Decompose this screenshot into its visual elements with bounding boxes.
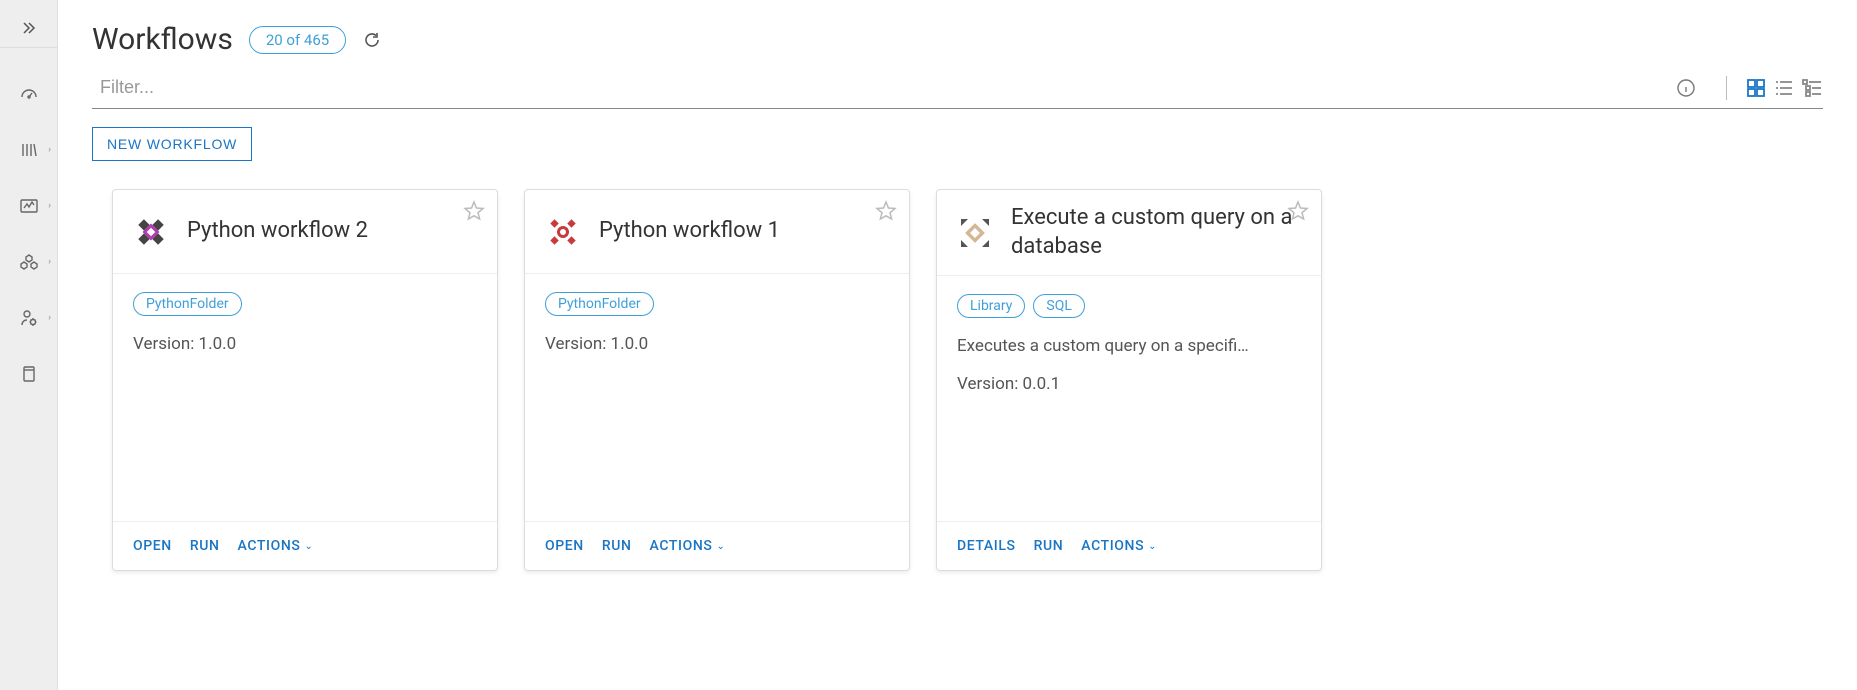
filter-row xyxy=(92,71,1823,109)
tag-row: PythonFolder xyxy=(133,292,477,316)
card-header: Execute a custom query on a database xyxy=(937,190,1321,276)
card-title: Execute a custom query on a database xyxy=(1011,204,1303,261)
chevron-right-icon: › xyxy=(48,145,51,155)
card-grid: Python workflow 2 PythonFolder Version: … xyxy=(92,189,1823,571)
actions-label: ACTIONS xyxy=(1081,538,1144,554)
tag[interactable]: PythonFolder xyxy=(545,292,654,316)
card-header: Python workflow 1 xyxy=(525,190,909,274)
details-button[interactable]: DETAILS xyxy=(957,538,1016,554)
chevron-right-icon: › xyxy=(48,201,51,211)
open-button[interactable]: OPEN xyxy=(545,538,584,554)
chevron-right-icon: › xyxy=(48,257,51,267)
actions-dropdown[interactable]: ACTIONS ⌄ xyxy=(650,538,726,554)
run-button[interactable]: RUN xyxy=(602,538,632,554)
card-title: Python workflow 2 xyxy=(187,217,368,246)
tag[interactable]: PythonFolder xyxy=(133,292,242,316)
info-icon xyxy=(1676,78,1696,98)
view-tree-button[interactable] xyxy=(1801,77,1823,99)
grid-icon xyxy=(1745,77,1767,99)
tag[interactable]: Library xyxy=(957,294,1025,318)
view-list-button[interactable] xyxy=(1773,77,1795,99)
tag-row: PythonFolder xyxy=(545,292,889,316)
favorite-button[interactable] xyxy=(1287,200,1309,222)
chevron-down-icon: ⌄ xyxy=(304,541,313,552)
divider xyxy=(1726,76,1727,100)
star-icon xyxy=(463,200,485,222)
tag-row: Library SQL xyxy=(957,294,1301,318)
main-content: Workflows 20 of 465 xyxy=(58,0,1857,690)
page-title: Workflows xyxy=(92,22,233,57)
chevron-down-icon: ⌄ xyxy=(1148,541,1157,552)
cylinder-icon xyxy=(20,364,38,384)
star-icon xyxy=(875,200,897,222)
filter-input[interactable] xyxy=(92,71,1676,104)
run-button[interactable]: RUN xyxy=(190,538,220,554)
workflow-icon xyxy=(543,212,583,252)
sidebar-item-admin[interactable]: › xyxy=(0,300,57,336)
card-footer: DETAILS RUN ACTIONS ⌄ xyxy=(937,521,1321,570)
sidebar-expand-button[interactable] xyxy=(0,8,57,48)
page-header: Workflows 20 of 465 xyxy=(92,22,1823,57)
actions-label: ACTIONS xyxy=(238,538,301,554)
chevron-down-icon: ⌄ xyxy=(716,541,725,552)
card-title: Python workflow 1 xyxy=(599,217,780,246)
actions-dropdown[interactable]: ACTIONS ⌄ xyxy=(1081,538,1157,554)
card-footer: OPEN RUN ACTIONS ⌄ xyxy=(525,521,909,570)
activity-icon xyxy=(19,196,39,216)
card-version: Version: 1.0.0 xyxy=(545,334,889,354)
favorite-button[interactable] xyxy=(463,200,485,222)
card-description: Executes a custom query on a specifi… xyxy=(957,336,1301,356)
favorite-button[interactable] xyxy=(875,200,897,222)
sidebar-item-storage[interactable] xyxy=(0,356,57,392)
card-header: Python workflow 2 xyxy=(113,190,497,274)
card-body: PythonFolder Version: 1.0.0 xyxy=(525,274,909,521)
star-icon xyxy=(1287,200,1309,222)
view-grid-button[interactable] xyxy=(1745,77,1767,99)
sidebar-item-dashboard[interactable] xyxy=(0,76,57,112)
tree-icon xyxy=(1801,77,1823,99)
card-body: PythonFolder Version: 1.0.0 xyxy=(113,274,497,521)
view-toggle-group xyxy=(1745,77,1823,99)
chevron-double-right-icon xyxy=(21,20,37,36)
new-workflow-button[interactable]: NEW WORKFLOW xyxy=(92,127,252,161)
workflow-icon xyxy=(955,213,995,253)
refresh-button[interactable] xyxy=(362,30,382,50)
card-body: Library SQL Executes a custom query on a… xyxy=(937,276,1321,521)
actions-dropdown[interactable]: ACTIONS ⌄ xyxy=(238,538,314,554)
info-button[interactable] xyxy=(1676,78,1696,98)
list-icon xyxy=(1773,77,1795,99)
card-version: Version: 0.0.1 xyxy=(957,374,1301,394)
books-icon xyxy=(19,140,39,160)
workflow-card: Execute a custom query on a database Lib… xyxy=(936,189,1322,571)
tag[interactable]: SQL xyxy=(1033,294,1084,318)
card-footer: OPEN RUN ACTIONS ⌄ xyxy=(113,521,497,570)
actions-label: ACTIONS xyxy=(650,538,713,554)
gauge-icon xyxy=(19,84,39,104)
sidebar-item-activity[interactable]: › xyxy=(0,188,57,224)
count-badge: 20 of 465 xyxy=(249,26,346,54)
chevron-right-icon: › xyxy=(48,313,51,323)
run-button[interactable]: RUN xyxy=(1034,538,1064,554)
refresh-icon xyxy=(362,30,382,50)
card-version: Version: 1.0.0 xyxy=(133,334,477,354)
sidebar-item-assets[interactable]: › xyxy=(0,244,57,280)
workflow-card: Python workflow 2 PythonFolder Version: … xyxy=(112,189,498,571)
open-button[interactable]: OPEN xyxy=(133,538,172,554)
workflow-icon xyxy=(131,212,171,252)
workflow-card: Python workflow 1 PythonFolder Version: … xyxy=(524,189,910,571)
sidebar-item-library[interactable]: › xyxy=(0,132,57,168)
user-gear-icon xyxy=(19,308,39,328)
sidebar: › › › › xyxy=(0,0,58,690)
packages-icon xyxy=(19,252,39,272)
